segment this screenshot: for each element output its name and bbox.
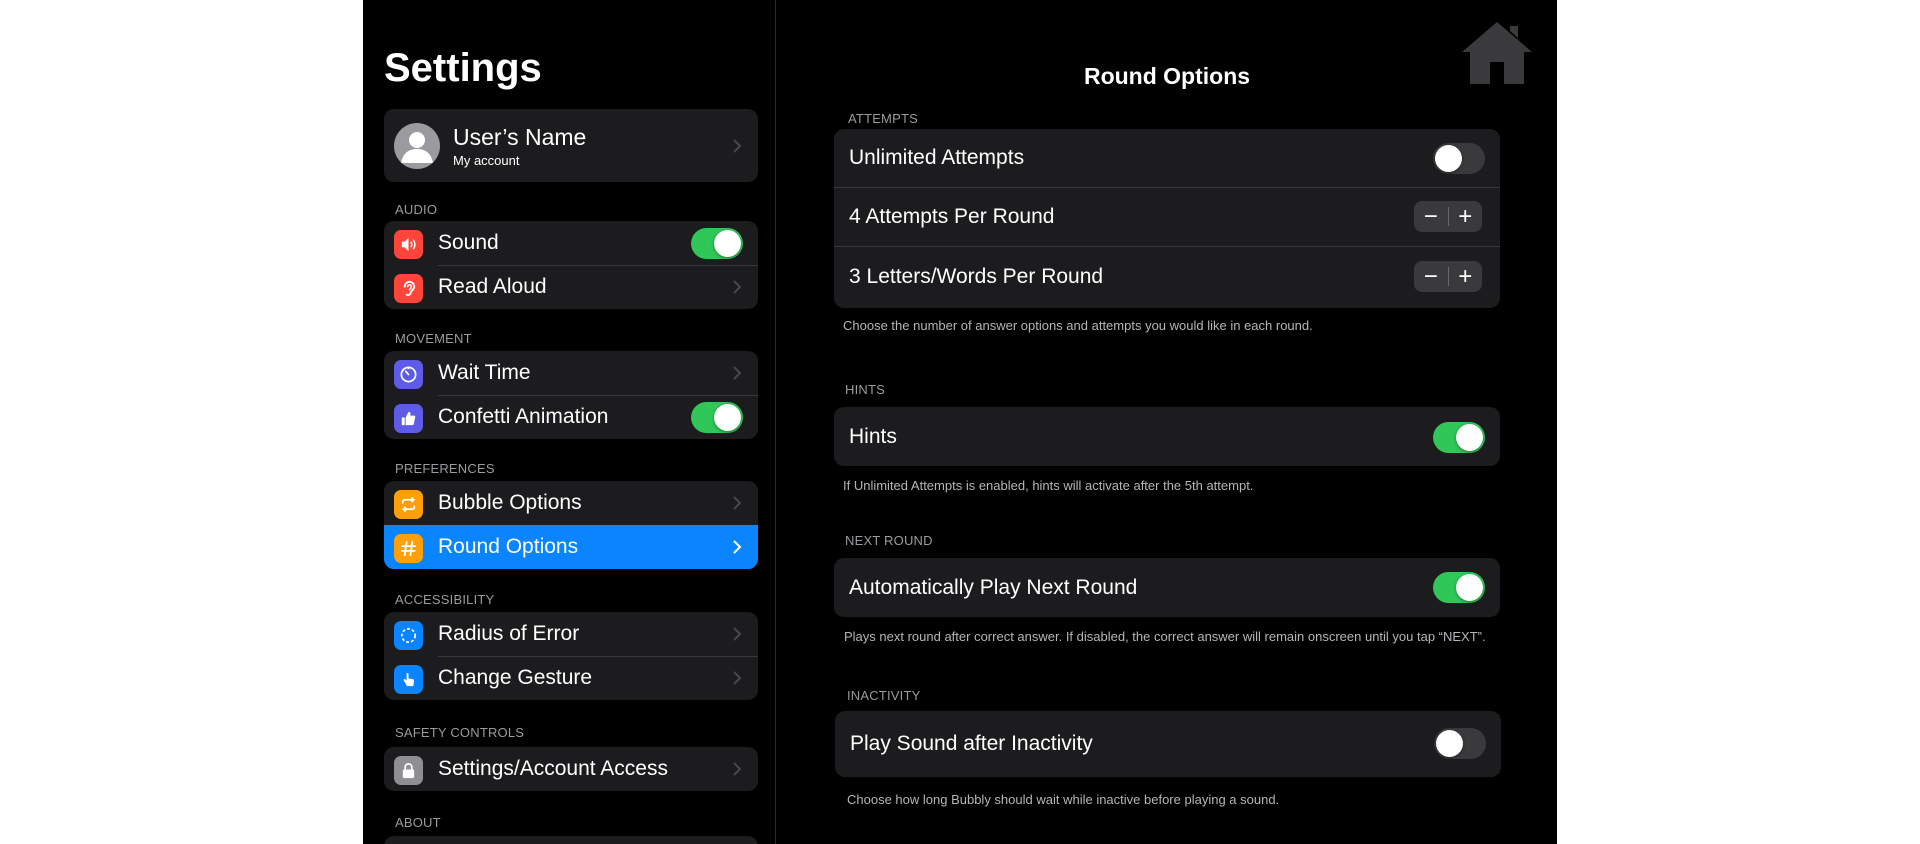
sidebar-item-label: Settings/Account Access bbox=[438, 757, 668, 780]
decrement-button[interactable]: − bbox=[1414, 201, 1448, 232]
section-header-preferences: PREFERENCES bbox=[395, 461, 495, 476]
section-header-inactivity: INACTIVITY bbox=[847, 688, 921, 703]
settings-sidebar: Settings User’s Name My account AUDIO So… bbox=[363, 0, 776, 844]
movement-group: Wait Time Confetti Animation bbox=[384, 351, 758, 439]
inactivity-sound-label: Play Sound after Inactivity bbox=[850, 732, 1093, 755]
chevron-right-icon bbox=[730, 495, 744, 511]
auto-next-round-label: Automatically Play Next Round bbox=[849, 575, 1138, 599]
sidebar-item-label: Radius of Error bbox=[438, 622, 580, 645]
account-name: User’s Name bbox=[453, 124, 587, 150]
hints-label: Hints bbox=[849, 424, 897, 448]
page-title: Round Options bbox=[1083, 63, 1251, 89]
hints-note: If Unlimited Attempts is enabled, hints … bbox=[843, 478, 1254, 493]
section-header-next-round: NEXT ROUND bbox=[845, 533, 933, 548]
attempts-per-round-label: 4 Attempts Per Round bbox=[849, 204, 1055, 228]
timer-icon bbox=[394, 360, 423, 389]
unlimited-attempts-row: Unlimited Attempts bbox=[834, 129, 1500, 187]
decrement-button[interactable]: − bbox=[1414, 261, 1448, 292]
inactivity-sound-row: Play Sound after Inactivity bbox=[835, 711, 1501, 777]
sidebar-item-label: Round Options bbox=[438, 535, 579, 558]
audio-group: Sound Read Aloud bbox=[384, 221, 758, 309]
sidebar-item-label: Wait Time bbox=[438, 361, 531, 384]
hints-group: Hints bbox=[834, 407, 1500, 466]
chevron-right-icon bbox=[730, 761, 744, 777]
about-group bbox=[384, 836, 758, 844]
inactivity-sound-toggle[interactable] bbox=[1434, 728, 1486, 759]
chevron-right-icon bbox=[730, 279, 744, 295]
account-subtitle: My account bbox=[453, 153, 520, 168]
hashtag-icon bbox=[394, 534, 423, 563]
sidebar-item-label: Change Gesture bbox=[438, 666, 593, 689]
letters-stepper: − + bbox=[1414, 261, 1482, 292]
letters-per-round-row: 3 Letters/Words Per Round − + bbox=[834, 246, 1500, 308]
lock-icon bbox=[394, 756, 423, 785]
sidebar-item-label: Confetti Animation bbox=[438, 405, 609, 428]
sidebar-item-confetti: Confetti Animation bbox=[384, 395, 758, 439]
accessibility-group: Radius of Error Change Gesture bbox=[384, 612, 758, 700]
preferences-group: Bubble Options Round Options bbox=[384, 481, 758, 569]
account-row[interactable]: User’s Name My account bbox=[384, 109, 758, 182]
hand-tap-icon bbox=[394, 665, 423, 694]
attempts-stepper: − + bbox=[1414, 201, 1482, 232]
unlimited-attempts-toggle[interactable] bbox=[1433, 143, 1485, 174]
section-header-safety: SAFETY CONTROLS bbox=[395, 725, 525, 740]
increment-button[interactable]: + bbox=[1448, 201, 1482, 232]
sidebar-title: Settings bbox=[384, 46, 542, 90]
section-header-hints: HINTS bbox=[845, 382, 885, 397]
attempts-note: Choose the number of answer options and … bbox=[843, 318, 1313, 333]
ipad-screen: Settings User’s Name My account AUDIO So… bbox=[363, 0, 1557, 844]
section-header-about: ABOUT bbox=[395, 815, 441, 830]
sidebar-item-label: Bubble Options bbox=[438, 491, 582, 514]
hints-toggle[interactable] bbox=[1433, 422, 1485, 453]
dashed-circle-icon bbox=[394, 621, 423, 650]
sound-toggle[interactable] bbox=[691, 228, 743, 259]
speaker-icon bbox=[394, 230, 423, 259]
sidebar-item-change-gesture[interactable]: Change Gesture bbox=[384, 656, 758, 700]
section-header-attempts: ATTEMPTS bbox=[848, 111, 918, 126]
unlimited-attempts-label: Unlimited Attempts bbox=[849, 146, 1025, 169]
ear-icon bbox=[394, 274, 423, 303]
home-icon[interactable] bbox=[1458, 18, 1536, 86]
chevron-right-icon bbox=[730, 138, 744, 154]
section-header-movement: MOVEMENT bbox=[395, 331, 472, 346]
sidebar-item-label: Read Aloud bbox=[438, 275, 547, 298]
letters-per-round-label: 3 Letters/Words Per Round bbox=[849, 265, 1104, 288]
attempts-group: Unlimited Attempts 4 Attempts Per Round … bbox=[834, 129, 1500, 308]
next-round-group: Automatically Play Next Round bbox=[834, 558, 1500, 617]
inactivity-note: Choose how long Bubbly should wait while… bbox=[847, 792, 1280, 807]
chevron-right-icon bbox=[730, 539, 744, 555]
safety-group: Settings/Account Access bbox=[384, 747, 758, 791]
confetti-toggle[interactable] bbox=[691, 402, 743, 433]
section-header-audio: AUDIO bbox=[395, 202, 438, 217]
auto-next-round-toggle[interactable] bbox=[1433, 572, 1485, 603]
sidebar-item-account-access[interactable]: Settings/Account Access bbox=[384, 747, 758, 791]
auto-next-round-row: Automatically Play Next Round bbox=[834, 558, 1500, 617]
sidebar-item-label: Sound bbox=[438, 231, 499, 254]
hints-row: Hints bbox=[834, 407, 1500, 466]
sidebar-item-wait-time[interactable]: Wait Time bbox=[384, 351, 758, 395]
chevron-right-icon bbox=[730, 670, 744, 686]
sidebar-item-round-options[interactable]: Round Options bbox=[384, 525, 758, 569]
sidebar-item-sound: Sound bbox=[384, 221, 758, 265]
repeat-icon bbox=[394, 490, 423, 519]
avatar-icon bbox=[394, 123, 440, 169]
sidebar-item-bubble-options[interactable]: Bubble Options bbox=[384, 481, 758, 525]
sidebar-item-read-aloud[interactable]: Read Aloud bbox=[384, 265, 758, 309]
inactivity-group: Play Sound after Inactivity bbox=[835, 711, 1501, 777]
increment-button[interactable]: + bbox=[1448, 261, 1482, 292]
round-options-panel: Round Options ATTEMPTS Unlimited Attempt… bbox=[777, 0, 1557, 844]
thumbs-up-icon bbox=[394, 404, 423, 433]
next-round-note: Plays next round after correct answer. I… bbox=[844, 629, 1486, 644]
attempts-per-round-row: 4 Attempts Per Round − + bbox=[834, 187, 1500, 246]
chevron-right-icon bbox=[730, 626, 744, 642]
chevron-right-icon bbox=[730, 365, 744, 381]
sidebar-item-radius-of-error[interactable]: Radius of Error bbox=[384, 612, 758, 656]
section-header-accessibility: ACCESSIBILITY bbox=[395, 592, 495, 607]
